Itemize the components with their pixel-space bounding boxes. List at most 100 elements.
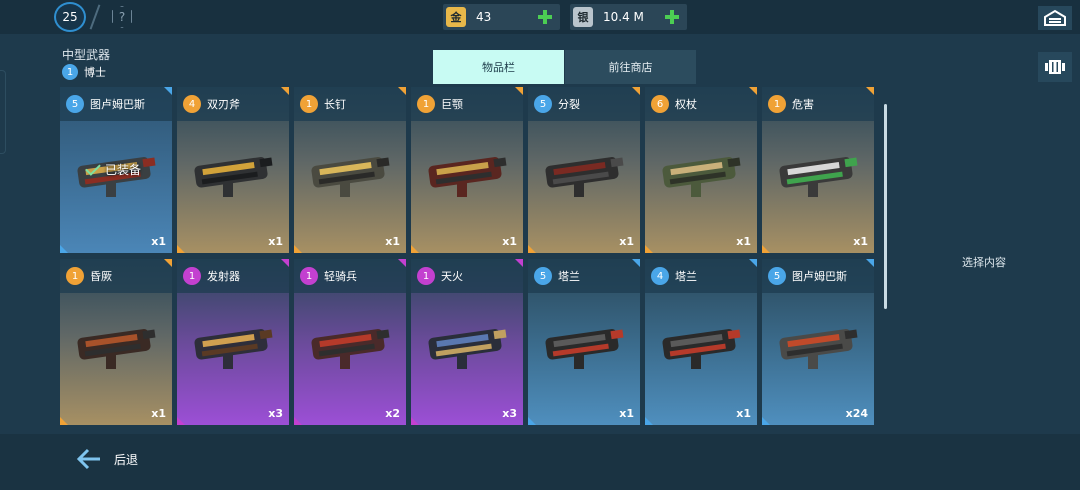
item-header: 5 分裂	[528, 87, 640, 121]
back-button[interactable]: 后退	[76, 448, 138, 470]
item-rank: 1	[768, 95, 786, 113]
tier-corner	[866, 87, 874, 95]
inventory-item-card[interactable]: 5 图卢姆巴斯 x24	[762, 259, 874, 425]
weapon-icon	[311, 329, 390, 369]
item-name: 分裂	[558, 98, 580, 111]
item-quantity: x1	[736, 407, 751, 420]
item-name: 双刃斧	[207, 98, 240, 111]
item-name: 图卢姆巴斯	[792, 270, 847, 283]
item-header: 1 轻骑兵	[294, 259, 406, 293]
item-rank: 1	[66, 267, 84, 285]
item-quantity: x3	[502, 407, 517, 420]
item-name: 塔兰	[558, 270, 580, 283]
check-icon	[85, 159, 101, 176]
weapon-icon	[194, 329, 273, 369]
back-arrow-icon	[76, 448, 100, 470]
tab-bar: 物品栏 前往商店	[433, 50, 696, 84]
inventory-item-card[interactable]: 1 发射器 x3	[177, 259, 289, 425]
weapon-icon	[77, 329, 156, 369]
weapon-icon	[545, 157, 624, 197]
tier-corner	[749, 87, 757, 95]
tier-corner	[515, 87, 523, 95]
player-level-badge[interactable]: 25	[54, 2, 86, 32]
item-header: 5 图卢姆巴斯	[762, 259, 874, 293]
item-name: 天火	[441, 270, 463, 283]
inventory-item-card[interactable]: 1 长钉 x1	[294, 87, 406, 253]
item-header: 5 塔兰	[528, 259, 640, 293]
item-rank: 5	[534, 95, 552, 113]
tab-inventory[interactable]: 物品栏	[433, 50, 564, 84]
item-quantity: x1	[619, 407, 634, 420]
side-drawer-handle[interactable]	[0, 70, 6, 154]
tier-corner	[645, 417, 653, 425]
item-name: 昏厥	[90, 270, 112, 283]
inventory-item-card[interactable]: 1 巨颚 x1	[411, 87, 523, 253]
item-rank: 5	[66, 95, 84, 113]
weapon-icon	[194, 157, 273, 197]
gold-icon: 金	[446, 7, 466, 27]
item-quantity: x1	[385, 235, 400, 248]
add-silver-button[interactable]	[663, 8, 681, 26]
silver-amount: 10.4 M	[603, 10, 644, 24]
item-quantity: x1	[268, 235, 283, 248]
item-header: 6 权杖	[645, 87, 757, 121]
tier-corner	[177, 417, 185, 425]
item-rank: 5	[534, 267, 552, 285]
gold-amount: 43	[476, 10, 492, 24]
item-name: 长钉	[324, 98, 346, 111]
item-header: 1 危害	[762, 87, 874, 121]
inventory-item-card[interactable]: 1 天火 x3	[411, 259, 523, 425]
pilot-rank: 1	[62, 64, 78, 80]
player-level: 25	[62, 10, 78, 24]
item-name: 轻骑兵	[324, 270, 357, 283]
item-header: 4 塔兰	[645, 259, 757, 293]
tier-corner	[515, 259, 523, 267]
robot-icon	[1045, 60, 1065, 74]
item-header: 1 天火	[411, 259, 523, 293]
item-quantity: x2	[385, 407, 400, 420]
item-quantity: x1	[853, 235, 868, 248]
weapon-icon	[311, 157, 390, 197]
robot-view-button[interactable]	[1038, 52, 1072, 82]
detail-placeholder: 选择内容	[962, 256, 1006, 269]
inventory-item-card[interactable]: 6 权杖 x1	[645, 87, 757, 253]
garage-button[interactable]	[1038, 6, 1072, 30]
item-name: 危害	[792, 98, 814, 111]
inventory-item-card[interactable]: 5 图卢姆巴斯 x1 已装备	[60, 87, 172, 253]
tier-corner	[398, 87, 406, 95]
inventory-item-card[interactable]: 4 双刃斧 x1	[177, 87, 289, 253]
gold-currency: 金 43	[443, 4, 560, 30]
tier-corner	[60, 245, 68, 253]
tier-corner	[411, 245, 419, 253]
add-gold-button[interactable]	[536, 8, 554, 26]
item-name: 巨颚	[441, 98, 463, 111]
item-rank: 1	[417, 95, 435, 113]
item-header: 1 昏厥	[60, 259, 172, 293]
tier-corner	[528, 417, 536, 425]
item-quantity: x1	[619, 235, 634, 248]
item-name: 发射器	[207, 270, 240, 283]
item-quantity: x3	[268, 407, 283, 420]
tier-corner	[645, 245, 653, 253]
inventory-item-card[interactable]: 1 危害 x1	[762, 87, 874, 253]
garage-icon	[1044, 9, 1066, 26]
item-rank: 6	[651, 95, 669, 113]
tier-corner	[281, 259, 289, 267]
tier-corner	[632, 259, 640, 267]
weapon-icon	[428, 329, 507, 369]
inventory-item-card[interactable]: 1 轻骑兵 x2	[294, 259, 406, 425]
tier-corner	[762, 417, 770, 425]
weapon-icon	[428, 157, 507, 197]
silver-currency: 银 10.4 M	[570, 4, 687, 30]
tab-go-to-shop[interactable]: 前往商店	[565, 50, 696, 84]
inventory-item-card[interactable]: 4 塔兰 x1	[645, 259, 757, 425]
inventory-item-card[interactable]: 5 塔兰 x1	[528, 259, 640, 425]
scrollbar[interactable]	[884, 104, 887, 309]
item-header: 1 长钉	[294, 87, 406, 121]
item-rank: 4	[183, 95, 201, 113]
bottom-bar	[0, 434, 1080, 490]
tier-corner	[411, 417, 419, 425]
inventory-item-card[interactable]: 1 昏厥 x1	[60, 259, 172, 425]
inventory-item-card[interactable]: 5 分裂 x1	[528, 87, 640, 253]
item-name: 塔兰	[675, 270, 697, 283]
